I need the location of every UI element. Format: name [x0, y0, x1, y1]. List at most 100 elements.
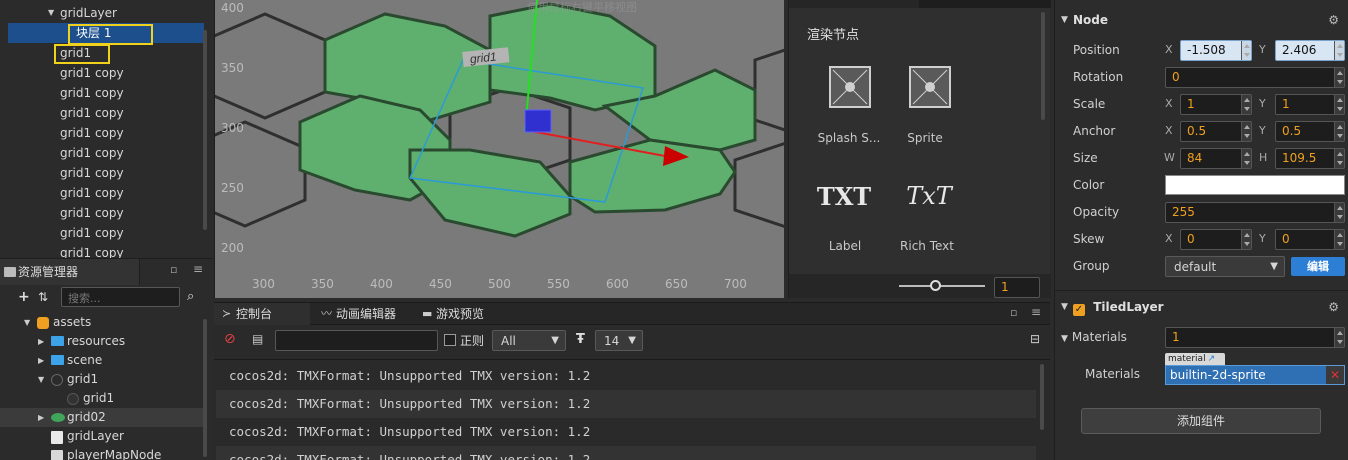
tab-game-preview[interactable]: ▬ 游戏预览: [414, 303, 510, 325]
assets-tab[interactable]: 资源管理器: [0, 259, 140, 285]
search-icon[interactable]: ⌕: [187, 289, 194, 304]
group-edit-button[interactable]: 编辑: [1291, 257, 1345, 276]
position-y-field[interactable]: 2.406: [1275, 40, 1345, 61]
skew-y-field[interactable]: 0: [1275, 229, 1345, 250]
hierarchy-item[interactable]: grid1 copy: [8, 63, 204, 83]
gear-icon[interactable]: ⚙: [1328, 295, 1339, 319]
stepper-icon[interactable]: [1334, 149, 1344, 168]
stepper-icon[interactable]: [1334, 203, 1344, 222]
scene-canvas[interactable]: grid1 使用鼠标右键平移视图 400 350 300 250 200 300 350 4…: [215, 0, 784, 298]
asset-item[interactable]: ▶ grid02: [0, 408, 204, 427]
asset-item[interactable]: gridLayer: [0, 427, 204, 446]
stepper-icon[interactable]: [1241, 149, 1251, 168]
stepper-icon[interactable]: [1334, 328, 1344, 347]
materials-count-field[interactable]: 1: [1165, 327, 1345, 348]
stepper-icon[interactable]: [1334, 230, 1344, 249]
stepper-icon[interactable]: [1241, 230, 1251, 249]
anchor-x-field[interactable]: 0.5: [1180, 121, 1252, 142]
tiledlayer-section-header[interactable]: ▼ ✓ TiledLayer ⚙: [1055, 295, 1348, 319]
caret-down-icon[interactable]: ▼: [38, 370, 44, 389]
tiledlayer-enable-checkbox[interactable]: ✓: [1073, 304, 1085, 316]
skew-x-field[interactable]: 0: [1180, 229, 1252, 250]
assets-scrollbar[interactable]: [203, 319, 207, 457]
hierarchy-item[interactable]: grid1 copy: [8, 243, 204, 258]
node-section-header[interactable]: ▼ Node ⚙: [1055, 8, 1348, 32]
console-filter-input[interactable]: [275, 330, 438, 351]
position-x-field[interactable]: -1.508: [1180, 40, 1252, 61]
asset-item[interactable]: playerMapNode: [0, 446, 204, 460]
hierarchy-item[interactable]: grid1 copy: [8, 143, 204, 163]
stepper-icon[interactable]: [1334, 68, 1344, 87]
remove-icon[interactable]: ✕: [1326, 366, 1344, 384]
size-h-field[interactable]: 109.5: [1275, 148, 1345, 169]
caret-right-icon[interactable]: ▶: [38, 351, 44, 370]
hierarchy-item[interactable]: grid1 copy: [8, 223, 204, 243]
panel-menu-icon[interactable]: ≡: [193, 262, 203, 276]
console-menu-icon[interactable]: ≡: [1031, 305, 1041, 319]
caret-right-icon[interactable]: ▶: [38, 332, 44, 351]
collapse-icon[interactable]: ⊟: [1030, 332, 1040, 346]
regex-checkbox[interactable]: [444, 334, 456, 346]
caret-down-icon[interactable]: ▼: [48, 3, 54, 23]
asset-search-input[interactable]: 搜索...: [61, 287, 180, 307]
gear-icon[interactable]: ⚙: [1328, 8, 1339, 32]
hierarchy-item[interactable]: grid1 copy: [8, 203, 204, 223]
opacity-field[interactable]: 255: [1165, 202, 1345, 223]
zoom-slider-track[interactable]: [899, 285, 985, 287]
add-component-button[interactable]: 添加组件: [1081, 408, 1321, 434]
hierarchy-scrollbar[interactable]: [203, 30, 207, 230]
panel-maximize-icon[interactable]: ▫: [170, 263, 177, 276]
stepper-icon[interactable]: [1241, 41, 1251, 60]
zoom-value-field[interactable]: 1: [994, 277, 1040, 298]
asset-item[interactable]: ▼ assets: [0, 313, 204, 332]
sort-icon[interactable]: ⇅: [38, 290, 48, 304]
asset-item[interactable]: ▶ scene: [0, 351, 204, 370]
scale-y-value: 1: [1282, 97, 1290, 111]
open-log-icon[interactable]: ▤: [252, 332, 263, 346]
tab-console[interactable]: ≻ 控制台: [214, 303, 310, 325]
stepper-icon[interactable]: [1241, 122, 1251, 141]
external-link-icon[interactable]: ↗: [1208, 354, 1216, 364]
library-card-label[interactable]: TXT: [813, 182, 875, 244]
library-card-richtext[interactable]: TxT: [893, 182, 965, 244]
font-size-select[interactable]: 14 ▼: [595, 330, 643, 351]
library-card-sprite[interactable]: [899, 66, 961, 128]
scene-view[interactable]: grid1 使用鼠标右键平移视图 400 350 300 250 200 300 350 4…: [214, 0, 784, 298]
asset-item[interactable]: grid1: [0, 389, 204, 408]
color-swatch[interactable]: [1165, 175, 1345, 195]
asset-item[interactable]: ▼ grid1: [0, 370, 204, 389]
scene-y-tick: 300: [221, 121, 244, 135]
material-asset-field[interactable]: builtin-2d-sprite ✕: [1165, 365, 1345, 385]
caret-right-icon[interactable]: ▶: [38, 408, 44, 427]
library-tab[interactable]: [919, 0, 1051, 8]
size-w-field[interactable]: 84: [1180, 148, 1252, 169]
scale-y-field[interactable]: 1: [1275, 94, 1345, 115]
group-select[interactable]: default ▼: [1165, 256, 1285, 277]
rotation-field[interactable]: 0: [1165, 67, 1345, 88]
zoom-slider-handle[interactable]: [930, 280, 941, 291]
hierarchy-item[interactable]: grid1 copy: [8, 183, 204, 203]
asset-item[interactable]: ▶ resources: [0, 332, 204, 351]
stepper-icon[interactable]: [1334, 41, 1344, 60]
add-asset-icon[interactable]: +: [18, 289, 30, 305]
console-maximize-icon[interactable]: ▫: [1010, 306, 1017, 319]
library-card-splash[interactable]: [819, 66, 881, 128]
hierarchy-item[interactable]: ▼ gridLayer: [8, 3, 204, 23]
stepper-icon[interactable]: [1241, 95, 1251, 114]
clear-console-icon[interactable]: ⊘: [224, 331, 236, 347]
caret-down-icon[interactable]: ▼: [24, 313, 30, 332]
anchor-y-field[interactable]: 0.5: [1275, 121, 1345, 142]
hierarchy-item[interactable]: grid1 copy: [8, 163, 204, 183]
stepper-icon[interactable]: [1334, 95, 1344, 114]
materials-count-label[interactable]: ▼ Materials: [1061, 326, 1127, 348]
hierarchy-item[interactable]: grid1 copy: [8, 83, 204, 103]
assets-title: 资源管理器: [18, 265, 79, 279]
hierarchy-item[interactable]: grid1 copy: [8, 103, 204, 123]
library-scrollbar[interactable]: [1041, 12, 1045, 120]
scale-x-field[interactable]: 1: [1180, 94, 1252, 115]
stepper-icon[interactable]: [1334, 122, 1344, 141]
hierarchy-item[interactable]: grid1 copy: [8, 123, 204, 143]
console-scrollbar[interactable]: [1040, 364, 1044, 430]
tab-animation[interactable]: 〰 动画编辑器: [314, 303, 412, 325]
log-level-select[interactable]: All ▼: [492, 330, 566, 351]
